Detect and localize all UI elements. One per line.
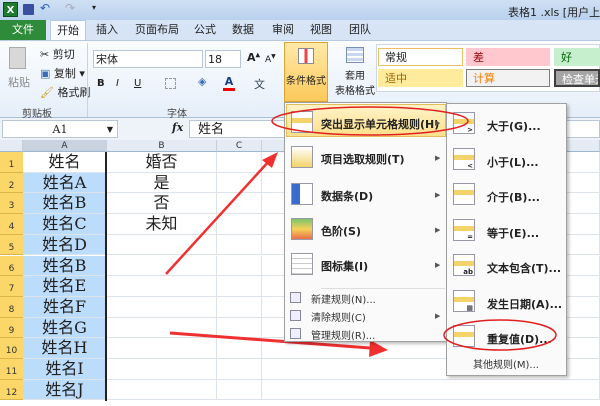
text-contains-icon: ab	[453, 254, 475, 276]
menu-item-highlight-rules[interactable]: 突出显示单元格规则(H) ▶	[285, 111, 445, 135]
menu-item-text-contains[interactable]: ab 文本包含(T)...	[447, 254, 565, 280]
highlight-rules-icon	[291, 111, 313, 133]
submenu-arrow-icon: ▶	[435, 154, 441, 162]
greater-than-icon: >	[453, 112, 475, 134]
submenu-arrow-icon: ▶	[435, 119, 441, 127]
submenu-arrow-icon: ▶	[435, 261, 441, 269]
clear-rules-icon	[290, 310, 301, 321]
menu-item-less-than[interactable]: < 小于(L)...	[447, 147, 565, 174]
date-occurring-icon: ▦	[453, 289, 475, 312]
menu-item-manage-rules[interactable]: 管理规则(R)...	[285, 325, 445, 343]
menu-item-new-rule[interactable]: 新建规则(N)...	[285, 289, 445, 307]
manage-rules-icon	[290, 328, 301, 339]
menu-item-more-rules[interactable]: 其他规则(M)...	[473, 356, 539, 371]
data-bars-icon	[291, 183, 313, 205]
icon-sets-icon	[291, 253, 313, 275]
less-than-icon: <	[453, 147, 475, 170]
menu-item-icon-sets[interactable]: 图标集(I) ▶	[285, 253, 445, 277]
duplicate-values-icon	[453, 325, 475, 347]
menu-item-top-bottom-rules[interactable]: 项目选取规则(T) ▶	[285, 146, 445, 170]
new-rule-icon	[290, 292, 301, 303]
menu-item-between[interactable]: 介于(B)...	[447, 183, 565, 209]
top-bottom-rules-icon	[291, 146, 313, 168]
menu-item-date-occurring[interactable]: ▦ 发生日期(A)...	[447, 289, 565, 316]
menu-item-greater-than[interactable]: > 大于(G)...	[447, 112, 565, 138]
submenu-arrow-icon: ▶	[435, 312, 441, 320]
menu-item-data-bars[interactable]: 数据条(D) ▶	[285, 183, 445, 207]
menu-item-equal-to[interactable]: = 等于(E)...	[447, 218, 565, 245]
between-icon	[453, 183, 475, 205]
menu-item-clear-rules[interactable]: 清除规则(C) ▶	[285, 307, 445, 325]
submenu-arrow-icon: ▶	[435, 226, 441, 234]
menu-item-color-scales[interactable]: 色阶(S) ▶	[285, 218, 445, 242]
submenu-arrow-icon: ▶	[435, 191, 441, 199]
annotation-arrow	[165, 159, 271, 275]
conditional-format-menu: 突出显示单元格规则(H) ▶ 项目选取规则(T) ▶ 数据条(D) ▶ 色阶(S…	[284, 102, 447, 342]
equal-to-icon: =	[453, 218, 475, 241]
highlight-rules-submenu: > 大于(G)... < 小于(L)... 介于(B)... = 等于(E)..…	[446, 103, 567, 376]
color-scales-icon	[291, 218, 313, 240]
menu-item-duplicate-values[interactable]: 重复值(D)...	[447, 325, 565, 351]
